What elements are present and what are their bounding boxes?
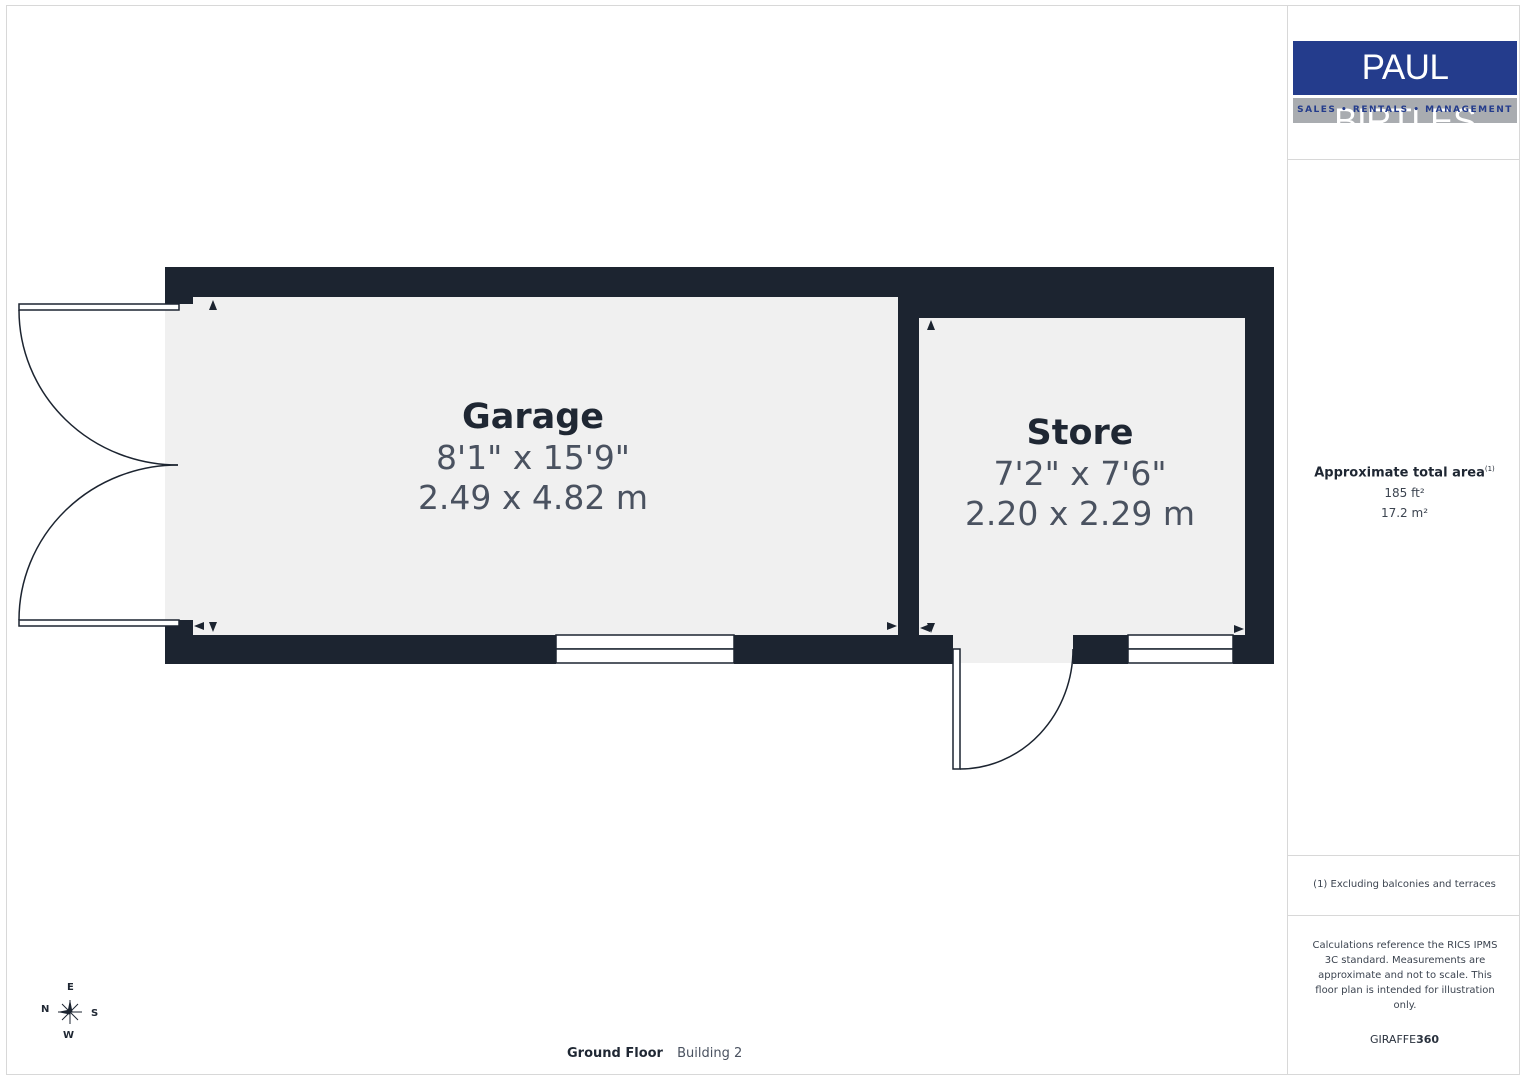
room-dimensions-metric: 2.20 x 2.29 m — [964, 494, 1196, 533]
room-dimensions-metric: 2.49 x 4.82 m — [417, 478, 649, 517]
store-door — [952, 648, 1074, 770]
total-area: Approximate total area(1) 185 ft² 17.2 m… — [1288, 465, 1521, 520]
compass-icon: E N S W — [38, 980, 102, 1044]
room-label-store: Store 7'2" x 7'6" 2.20 x 2.29 m — [930, 412, 1230, 534]
divider — [1288, 159, 1520, 160]
room-name: Store — [1026, 413, 1134, 453]
compass-n: N — [41, 1004, 50, 1015]
divider — [1288, 915, 1520, 916]
agency-logo: PAUL BIRTLES SALES • RENTALS • MANAGEMEN… — [1293, 41, 1517, 141]
logo-tagline: SALES • RENTALS • MANAGEMENT — [1293, 98, 1517, 123]
compass-w: W — [63, 1030, 75, 1041]
area-footnote-marker: (1) — [1484, 465, 1495, 473]
logo-name: PAUL BIRTLES — [1293, 41, 1517, 141]
area-title-text: Approximate total area — [1314, 465, 1485, 481]
garage-window — [555, 634, 735, 664]
area-sqft: 185 ft² — [1384, 486, 1425, 501]
room-name: Garage — [461, 397, 605, 437]
floor-plan-drawing — [18, 267, 1274, 770]
room-dimensions-imperial: 7'2" x 7'6" — [993, 454, 1167, 493]
compass-s: S — [91, 1008, 99, 1019]
area-sqm: 17.2 m² — [1380, 506, 1429, 521]
store-window — [1127, 634, 1234, 664]
room-dimensions-imperial: 8'1" x 15'9" — [436, 438, 630, 477]
area-footnote: (1) Excluding balconies and terraces — [1313, 879, 1496, 890]
building-name: Building 2 — [677, 1046, 743, 1061]
floor-name: Ground Floor — [567, 1046, 663, 1061]
calculation-disclaimer: Calculations reference the RICS IPMS 3C … — [1312, 940, 1498, 1011]
giraffe360-brand: GIRAFFE360 — [1288, 1033, 1521, 1046]
info-sidebar: PAUL BIRTLES SALES • RENTALS • MANAGEMEN… — [1287, 5, 1520, 1075]
area-title: Approximate total area(1) — [1288, 465, 1521, 480]
brand-prefix: GIRAFFE — [1369, 1033, 1417, 1046]
garage-doors — [18, 303, 180, 627]
room-label-garage: Garage 8'1" x 15'9" 2.49 x 4.82 m — [383, 396, 683, 518]
compass-e: E — [67, 982, 74, 993]
floor-plan: Garage 8'1" x 15'9" 2.49 x 4.82 m Store … — [0, 0, 1287, 1080]
brand-suffix: 360 — [1416, 1033, 1440, 1046]
floor-caption: Ground Floor Building 2 — [567, 1046, 742, 1061]
divider — [1288, 855, 1520, 856]
